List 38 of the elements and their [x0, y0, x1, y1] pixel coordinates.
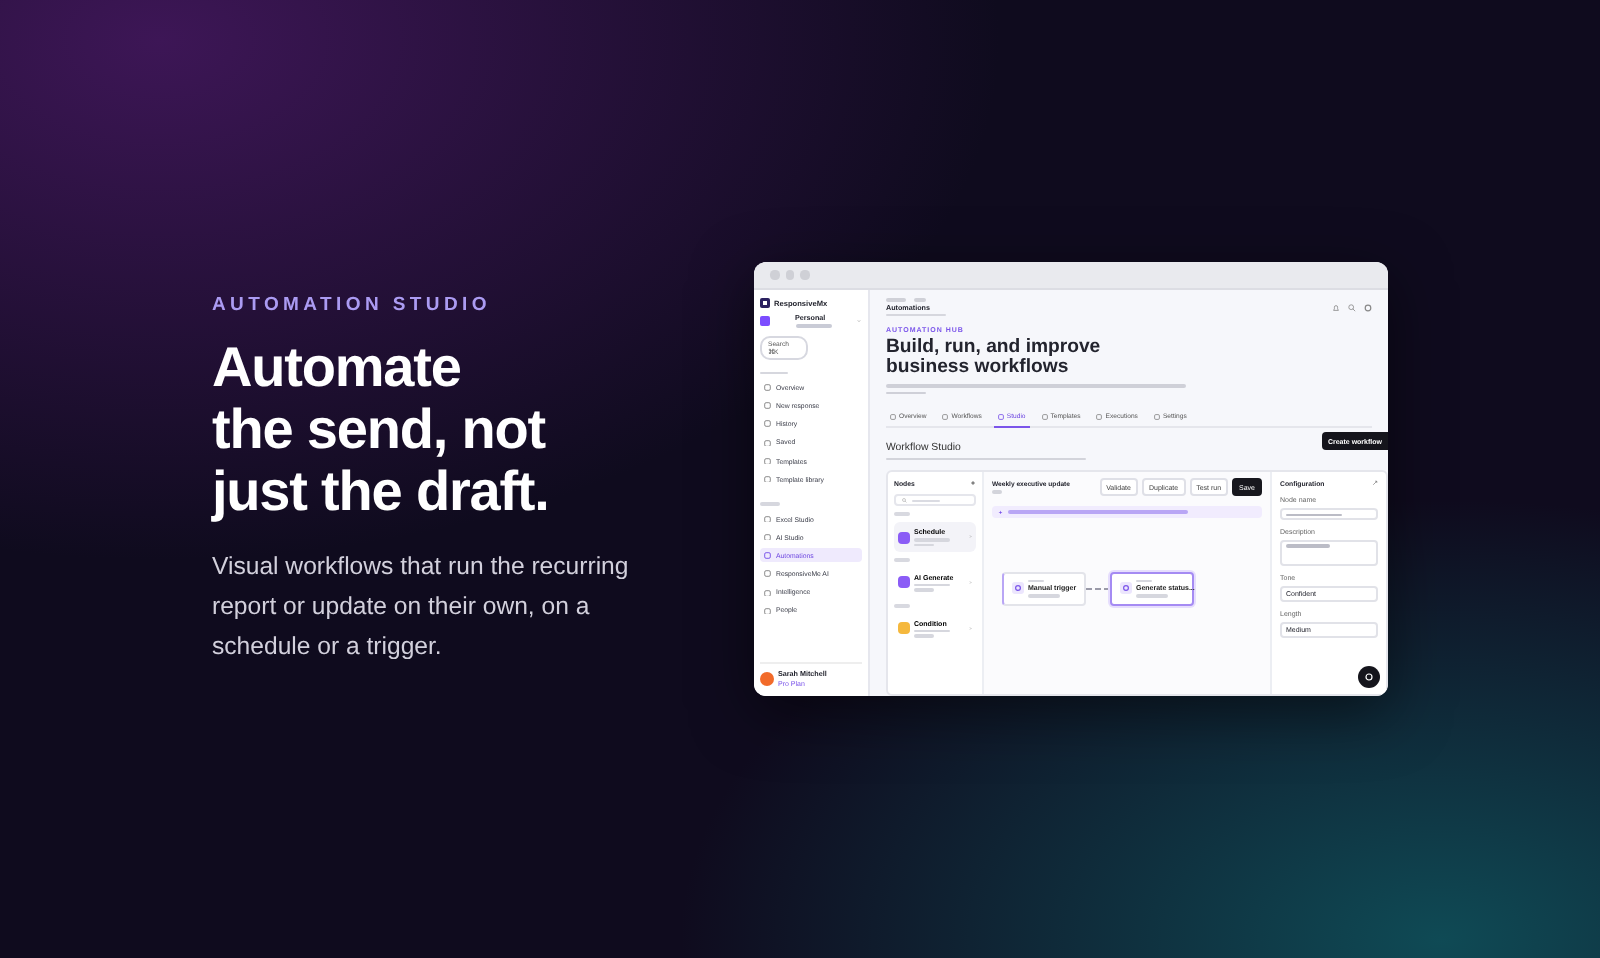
- square-icon: [764, 552, 771, 560]
- node-icon: [1012, 582, 1024, 595]
- input-field[interactable]: [1280, 540, 1378, 567]
- blurred-text-bar: [1136, 594, 1168, 599]
- bell-icon: [1332, 304, 1340, 312]
- square-icon: [764, 457, 771, 465]
- search-icon: [902, 498, 907, 504]
- square-icon: [764, 475, 771, 483]
- tab-icon: [942, 413, 949, 420]
- input-field[interactable]: [1280, 508, 1378, 521]
- blurred-text-bar: [894, 512, 910, 517]
- tab-icon: [1153, 413, 1160, 420]
- square-icon: [764, 420, 771, 428]
- square-icon: [764, 607, 771, 615]
- square-icon: [764, 384, 771, 392]
- square-icon: [764, 570, 771, 578]
- body-text: Visual workflows that run the recurring report or update on their own, on a schedule or a trigger.: [212, 549, 631, 663]
- avatar: [760, 672, 774, 686]
- search-field[interactable]: [894, 494, 976, 507]
- search-icon: [1348, 304, 1356, 312]
- expand-icon: [1372, 480, 1378, 487]
- tab-icon: [997, 413, 1004, 420]
- node-icon: [1120, 582, 1132, 595]
- square-icon: [764, 533, 771, 541]
- square-icon: [764, 439, 771, 447]
- tab-icon: [1041, 413, 1048, 420]
- tab-icon: [890, 413, 896, 420]
- plus-icon: [970, 480, 976, 487]
- workspace-icon: [760, 315, 770, 326]
- eyebrow-label: AUTOMATION STUDIO: [212, 293, 493, 315]
- logo-icon: [760, 298, 770, 308]
- page-heading: Build, run, and improve business workflows: [886, 338, 1103, 379]
- square-icon: [764, 589, 771, 596]
- tab-icon: [1096, 413, 1103, 420]
- square-icon: [764, 402, 771, 410]
- headline: Automate the send, not just the draft.: [212, 335, 551, 521]
- square-icon: [764, 515, 771, 523]
- blurred-text-bar: [1028, 594, 1060, 599]
